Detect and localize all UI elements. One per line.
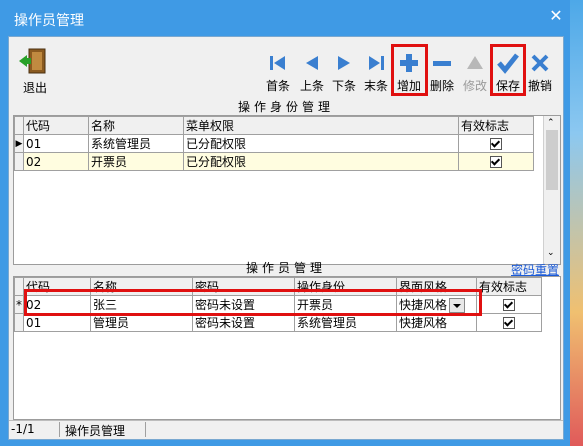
edit-button[interactable]: 修改 xyxy=(458,49,492,93)
role-name-cell[interactable]: 开票员 xyxy=(88,152,184,171)
exit-door-icon xyxy=(19,48,46,74)
client-area: 退出 首条 上条 下条 末条 增加 删除 修改 保存 撤销 操作身份管理 代码 … xyxy=(8,36,564,440)
edit-icon xyxy=(467,56,483,69)
module-name: 操作员管理 xyxy=(63,422,146,438)
valid-checkbox[interactable] xyxy=(503,317,515,329)
role-valid-cell[interactable] xyxy=(458,152,534,171)
next-record-icon xyxy=(338,56,350,70)
scroll-up-icon[interactable]: ⌃ xyxy=(547,118,555,128)
scroll-thumb[interactable] xyxy=(546,130,558,190)
operator-valid-cell[interactable] xyxy=(476,313,542,332)
window-title: 操作员管理 xyxy=(14,13,84,29)
last-record-label: 末条 xyxy=(363,79,388,93)
row-indicator-header xyxy=(14,116,24,135)
column-header[interactable]: 有效标志 xyxy=(458,116,534,135)
operator-section-caption: 操作员管理 xyxy=(245,261,326,275)
operator-valid-cell[interactable] xyxy=(476,295,542,314)
role-menu-cell[interactable]: 已分配权限 xyxy=(183,134,459,153)
new-row-highlight-box xyxy=(24,289,482,316)
role-table: 代码 名称 菜单权限 有效标志 ▶ 01 系统管理员 已分配权限 02 开票员 … xyxy=(14,116,534,171)
exit-button[interactable]: 退出 xyxy=(15,47,55,95)
next-record-label: 下条 xyxy=(331,79,356,93)
new-row-marker: * xyxy=(14,295,24,314)
last-record-icon xyxy=(369,56,384,70)
role-grid[interactable]: 代码 名称 菜单权限 有效标志 ▶ 01 系统管理员 已分配权限 02 开票员 … xyxy=(13,115,561,265)
delete-button[interactable]: 删除 xyxy=(425,49,459,93)
app-window: 操作员管理 ✕ 退出 首条 上条 下条 末条 增加 删除 修改 保存 撤销 操作… xyxy=(0,0,570,446)
column-header[interactable]: 有效标志 xyxy=(476,277,542,296)
valid-checkbox[interactable] xyxy=(490,138,502,150)
previous-record-icon xyxy=(306,56,318,70)
first-record-label: 首条 xyxy=(265,79,290,93)
add-highlight-box xyxy=(391,44,428,96)
valid-checkbox[interactable] xyxy=(490,156,502,168)
delete-label: 删除 xyxy=(429,79,454,93)
last-record-button[interactable]: 末条 xyxy=(359,49,393,93)
close-icon[interactable]: ✕ xyxy=(546,6,566,26)
first-record-icon xyxy=(270,56,285,70)
valid-checkbox[interactable] xyxy=(503,299,515,311)
role-section-caption: 操作身份管理 xyxy=(237,100,334,114)
column-header[interactable]: 名称 xyxy=(88,116,184,135)
save-highlight-box xyxy=(490,44,526,96)
role-menu-cell[interactable]: 已分配权限 xyxy=(183,152,459,171)
operator-code-cell[interactable]: 01 xyxy=(23,313,91,332)
current-row-indicator-icon: ▶ xyxy=(14,134,24,153)
row-indicator xyxy=(14,152,24,171)
role-code-cell[interactable]: 01 xyxy=(23,134,89,153)
row-indicator-header xyxy=(14,277,24,296)
undo-button[interactable]: 撤销 xyxy=(523,49,557,93)
operator-style-cell[interactable]: 快捷风格 xyxy=(396,313,477,332)
previous-record-button[interactable]: 上条 xyxy=(295,49,329,93)
record-position: -1/1 xyxy=(9,422,60,437)
row-indicator xyxy=(14,313,24,332)
edit-label: 修改 xyxy=(462,79,487,93)
previous-record-label: 上条 xyxy=(299,79,324,93)
role-grid-scrollbar[interactable]: ⌃ ⌄ xyxy=(543,116,560,264)
role-name-cell[interactable]: 系统管理员 xyxy=(88,134,184,153)
column-header[interactable]: 代码 xyxy=(23,116,89,135)
role-table-header: 代码 名称 菜单权限 有效标志 xyxy=(14,116,534,135)
title-bar[interactable]: 操作员管理 ✕ xyxy=(0,0,570,35)
column-header[interactable]: 菜单权限 xyxy=(183,116,459,135)
next-record-button[interactable]: 下条 xyxy=(327,49,361,93)
table-row[interactable]: 02 开票员 已分配权限 xyxy=(14,152,534,171)
status-bar: -1/1 操作员管理 xyxy=(9,420,563,439)
operator-password-cell[interactable]: 密码未设置 xyxy=(192,313,295,332)
table-row[interactable]: 01 管理员 密码未设置 系统管理员 快捷风格 xyxy=(14,313,542,332)
undo-icon xyxy=(531,54,549,72)
exit-label: 退出 xyxy=(23,81,48,95)
toolbar: 退出 首条 上条 下条 末条 增加 删除 修改 保存 撤销 xyxy=(9,37,563,97)
operator-name-cell[interactable]: 管理员 xyxy=(90,313,193,332)
first-record-button[interactable]: 首条 xyxy=(261,49,295,93)
table-row[interactable]: ▶ 01 系统管理员 已分配权限 xyxy=(14,134,534,153)
role-valid-cell[interactable] xyxy=(458,134,534,153)
role-code-cell[interactable]: 02 xyxy=(23,152,89,171)
undo-label: 撤销 xyxy=(527,79,552,93)
delete-icon xyxy=(433,61,451,66)
scroll-down-icon[interactable]: ⌄ xyxy=(547,248,555,258)
operator-role-cell[interactable]: 系统管理员 xyxy=(294,313,397,332)
